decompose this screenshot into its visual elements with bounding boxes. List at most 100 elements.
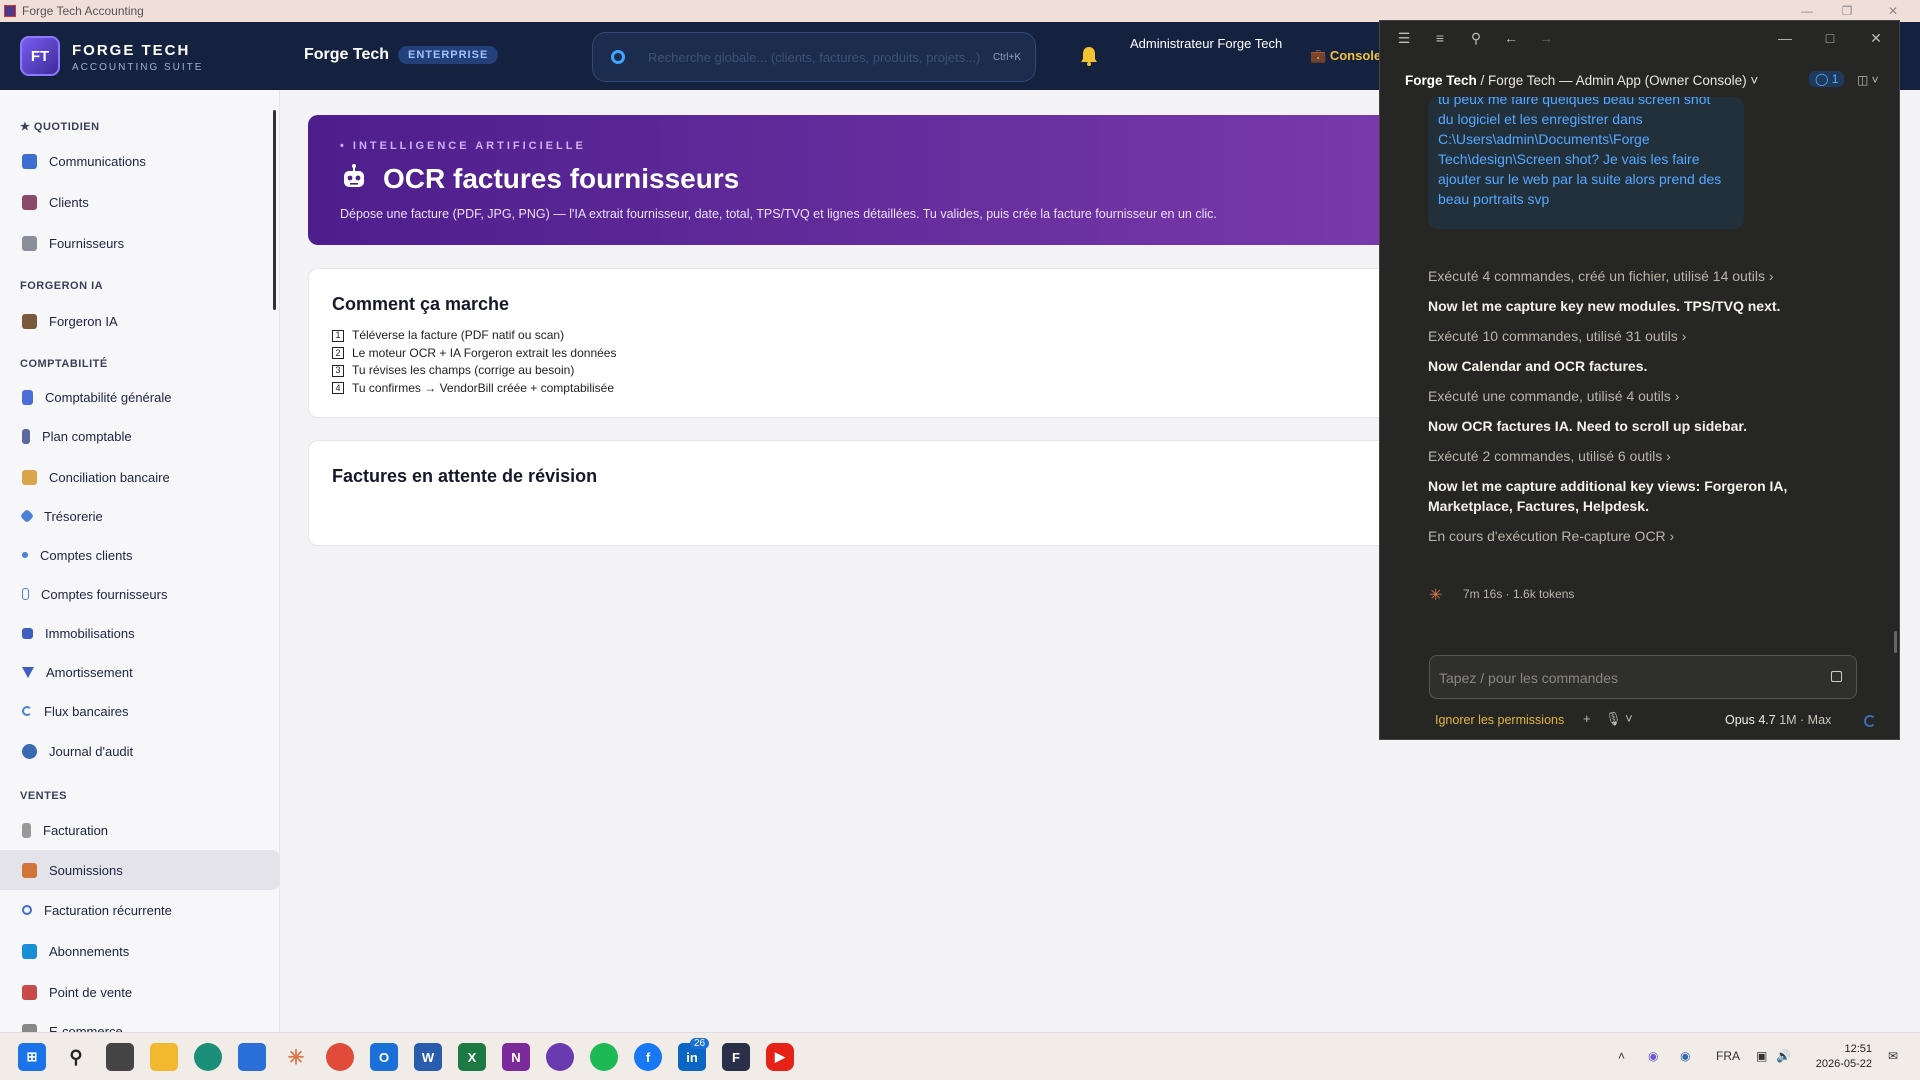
notifications-icon[interactable]: ✉ (1888, 1049, 1898, 1063)
chrome-icon[interactable] (326, 1043, 354, 1071)
forge-logo-icon[interactable]: FT (20, 36, 60, 76)
log-line[interactable]: En cours d'exécution Re-capture OCR › (1428, 528, 1674, 544)
log-line[interactable]: Exécuté 2 commandes, utilisé 6 outils › (1428, 448, 1671, 464)
log-line[interactable]: Exécuté une commande, utilisé 4 outils › (1428, 388, 1679, 404)
company-name: Forge Tech (304, 46, 390, 63)
messaging-app-icon[interactable] (546, 1043, 574, 1071)
how-it-works-card: Comment ça marche 1 Téléverse la facture … (308, 268, 1408, 418)
back-icon[interactable]: ← (1502, 29, 1520, 47)
run-meta: 7m 16s · 1.6k tokens (1463, 587, 1575, 601)
sidebar-item-tresorerie[interactable]: Trésorerie (0, 496, 279, 536)
excel-icon[interactable]: X (458, 1043, 486, 1071)
users-icon (22, 194, 37, 210)
sidebar-item-comptabilite-generale[interactable]: Comptabilité générale (0, 377, 279, 417)
sidebar-item-conciliation-bancaire[interactable]: Conciliation bancaire (0, 457, 279, 497)
layout-icon[interactable]: ◫ ˅ (1857, 73, 1879, 87)
sidebar-item-flux-bancaires[interactable]: Flux bancaires (0, 691, 279, 731)
sidebar-item-forgeron-ia[interactable]: Forgeron IA (0, 301, 279, 341)
windows-start-icon[interactable]: ⊞ (18, 1043, 46, 1071)
sidebar-item-comptes-clients[interactable]: Comptes clients (0, 535, 279, 575)
console-label: Console (1329, 48, 1382, 63)
edge-icon[interactable] (194, 1043, 222, 1071)
outlook-icon[interactable]: O (370, 1043, 398, 1071)
step-item: 4 Tu confirmes → VendorBill créée + compt… (332, 380, 616, 398)
onenote-icon[interactable]: N (502, 1043, 530, 1071)
spotify-icon[interactable] (590, 1043, 618, 1071)
panel-breadcrumb[interactable]: Forge Tech / Forge Tech — Admin App (Own… (1405, 73, 1758, 88)
minimize-icon[interactable]: — (1776, 29, 1794, 47)
bell-icon[interactable] (1080, 46, 1098, 66)
task-view-icon[interactable] (106, 1043, 134, 1071)
sidebar-item-ecommerce[interactable]: E-commerce (0, 1011, 279, 1032)
stop-icon[interactable] (1831, 671, 1842, 682)
log-line: Now OCR factures IA. Need to scroll up s… (1428, 418, 1747, 434)
admin-name[interactable]: Administrateur Forge Tech (1130, 36, 1282, 51)
screen: Forge Tech Accounting — ❐ ✕ FT FORGE TEC… (0, 0, 1920, 1080)
add-icon[interactable]: + 🎙 ˅ (1583, 711, 1633, 727)
store-icon[interactable] (238, 1043, 266, 1071)
sidebar-item-plan-comptable[interactable]: Plan comptable (0, 416, 279, 456)
sidebar-item-amortissement[interactable]: Amortissement (0, 652, 279, 692)
search-icon[interactable]: ⚲ (62, 1043, 90, 1071)
menu-icon[interactable]: ☰ (1395, 29, 1413, 47)
sidebar-item-label: Comptabilité générale (45, 389, 172, 405)
forward-icon[interactable]: → (1537, 29, 1555, 47)
forge-tech-app-icon[interactable]: F (722, 1043, 750, 1071)
maximize-icon[interactable]: □ (1821, 29, 1839, 47)
model-selector[interactable]: Opus 4.7 1M · Max (1725, 713, 1831, 727)
step-number: 1 (332, 329, 344, 342)
claude-icon[interactable]: ✳ (282, 1043, 310, 1071)
language-indicator[interactable]: FRA (1716, 1049, 1740, 1063)
close-icon[interactable]: ✕ (1870, 0, 1916, 22)
log-line[interactable]: Exécuté 10 commandes, utilisé 31 outils … (1428, 328, 1686, 344)
arrow-icon (22, 552, 28, 558)
word-icon[interactable]: W (414, 1043, 442, 1071)
sidebar-toggle-icon[interactable]: ≡ (1431, 29, 1449, 47)
session-count: 1 (1831, 72, 1839, 86)
chat-icon (22, 153, 37, 169)
youtube-icon[interactable]: ▶ (766, 1043, 794, 1071)
sidebar-item-journal-audit[interactable]: Journal d'audit (0, 731, 279, 771)
panel-scrollbar[interactable] (1894, 631, 1897, 653)
network-status-icon[interactable]: ◉ (1680, 1049, 1690, 1063)
tray-chevron-icon[interactable]: ˄ (1618, 1049, 1625, 1063)
command-input[interactable]: Tapez / pour les commandes (1429, 655, 1857, 699)
sidebar-item-label: Facturation récurrente (44, 902, 172, 918)
logo-subtitle: ACCOUNTING SUITE (72, 62, 204, 73)
step-item: 2 Le moteur OCR + IA Forgeron extrait les… (332, 345, 616, 363)
spark-icon: ✳ (1429, 587, 1443, 604)
global-search[interactable]: Recherche globale... (clients, factures,… (592, 32, 1036, 82)
step-text: Téléverse la facture (PDF natif ou scan) (352, 328, 565, 342)
sidebar-item-point-de-vente[interactable]: Point de vente (0, 972, 279, 1012)
sidebar-item-comptes-fournisseurs[interactable]: Comptes fournisseurs (0, 574, 279, 614)
volume-icon[interactable]: 🔊 (1776, 1049, 1791, 1063)
restore-icon[interactable]: ❐ (1824, 0, 1870, 22)
sidebar-item-clients[interactable]: Clients (0, 182, 279, 222)
search-icon[interactable]: ⚲ (1467, 29, 1485, 47)
sidebar-item-soumissions[interactable]: Soumissions (0, 850, 279, 890)
step-number: 2 (332, 347, 344, 360)
teams-icon[interactable]: ◉ (1648, 1049, 1658, 1063)
sidebar-item-immobilisations[interactable]: Immobilisations (0, 613, 279, 653)
sidebar-item-facturation[interactable]: Facturation (0, 810, 279, 850)
display-icon[interactable]: ▣ (1756, 1049, 1767, 1063)
close-icon[interactable]: ✕ (1867, 29, 1885, 47)
sidebar-item-label: Communications (49, 153, 146, 169)
sidebar-item-abonnements[interactable]: Abonnements (0, 931, 279, 971)
step-number: 4 (332, 382, 344, 395)
facebook-icon[interactable]: f (634, 1043, 662, 1071)
permissions-toggle[interactable]: Ignorer les permissions (1435, 713, 1564, 727)
console-link[interactable]: 💼 Console (1310, 48, 1381, 64)
user-message: tu peux me faire quelques beau screen sh… (1428, 97, 1744, 229)
sidebar-item-facturation-recurrente[interactable]: Facturation récurrente (0, 890, 279, 930)
subscription-icon (22, 943, 37, 959)
file-explorer-icon[interactable] (150, 1043, 178, 1071)
diamond-icon (19, 508, 35, 524)
triangle-down-icon (22, 666, 34, 678)
session-count-badge[interactable]: ◯ 1 (1809, 71, 1845, 87)
sidebar-item-fournisseurs[interactable]: Fournisseurs (0, 223, 279, 263)
step-text: Le moteur OCR + IA Forgeron extrait les … (352, 345, 617, 360)
log-line[interactable]: Exécuté 4 commandes, créé un fichier, ut… (1428, 268, 1774, 284)
clock[interactable]: 12:51 2026-05-22 (1812, 1042, 1872, 1072)
sidebar-item-communications[interactable]: Communications (0, 141, 279, 181)
